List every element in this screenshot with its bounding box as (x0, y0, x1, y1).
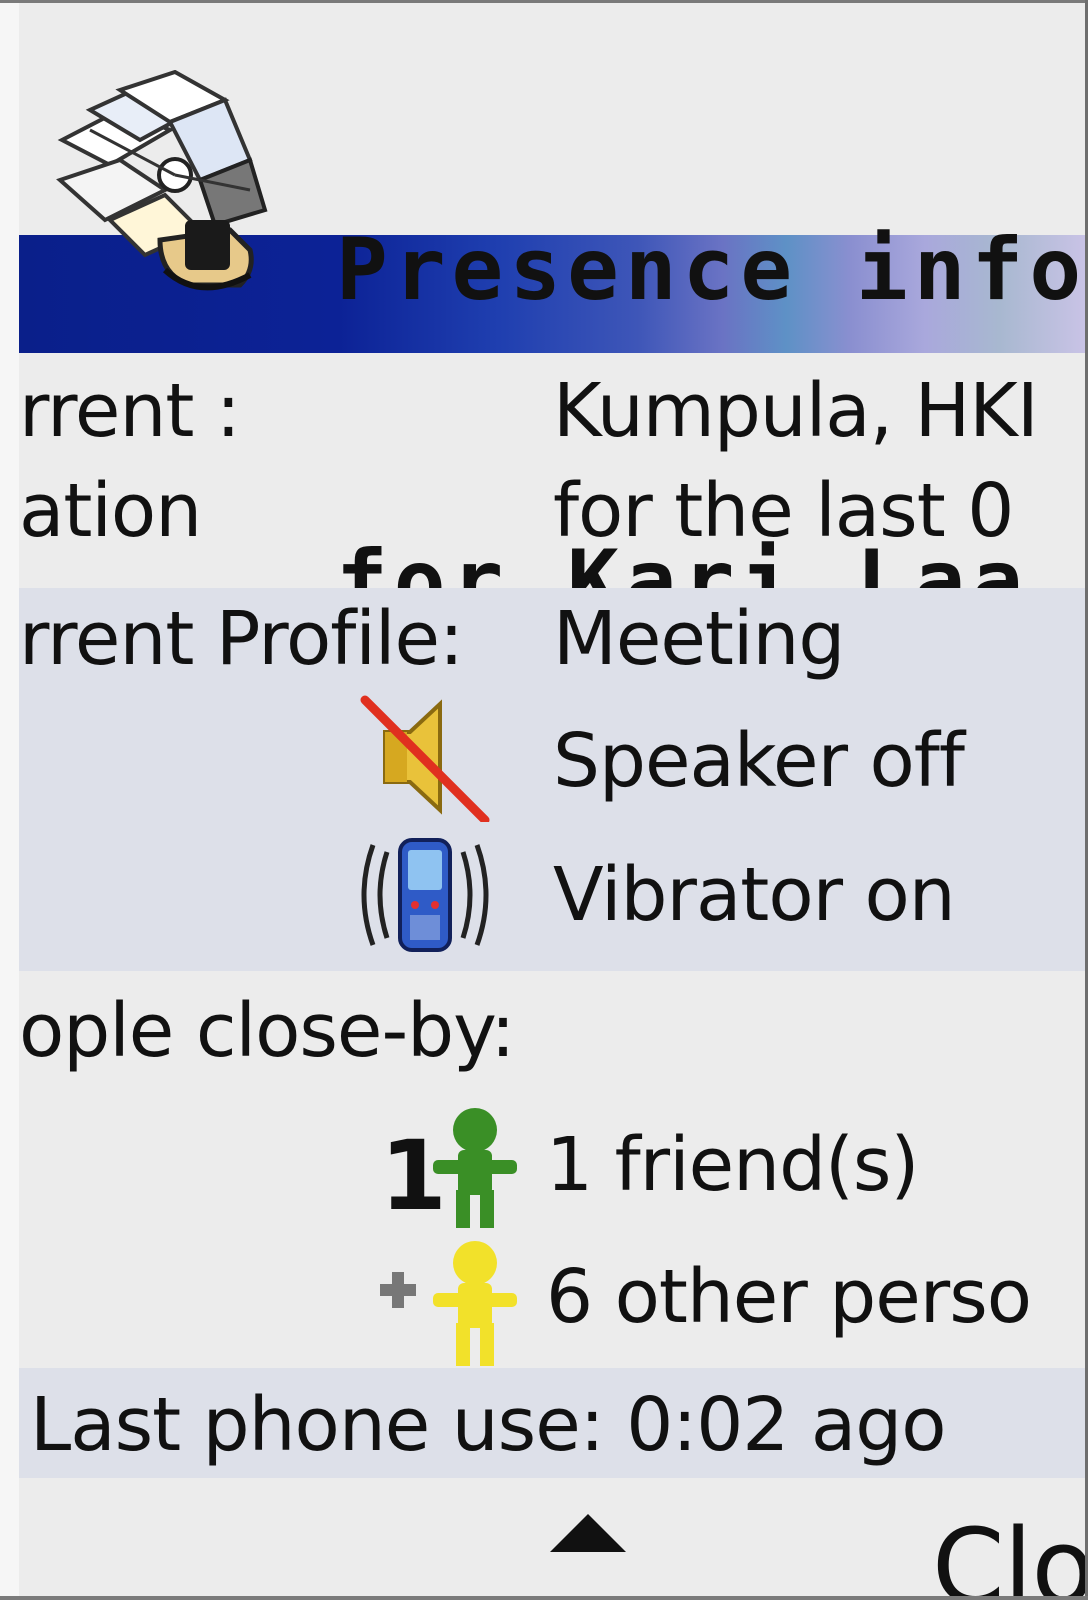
close-softkey[interactable]: Clo (932, 1506, 1088, 1600)
location-label-line-1: rrent : (19, 368, 241, 454)
up-arrow-icon[interactable] (548, 1512, 628, 1554)
other-person-icon (433, 1241, 517, 1366)
phone-screen: Presence info for Kari Laa… rrent : atio… (0, 0, 1088, 1600)
others-count: 6 other perso (546, 1254, 1032, 1340)
last-phone-use: Last phone use: 0:02 ago (30, 1382, 946, 1468)
left-margin (0, 0, 19, 1600)
speaker-muted-icon (360, 695, 490, 822)
location-label-line-2: ation (19, 468, 202, 554)
vibrator-status: Vibrator on (553, 852, 956, 938)
bottom-border (0, 1596, 1088, 1600)
plus-icon (380, 1272, 416, 1308)
profile-name: Meeting (553, 596, 845, 682)
top-border (0, 0, 1088, 3)
people-label: ople close-by: (19, 988, 515, 1074)
profile-label: rrent Profile: (19, 596, 464, 682)
page-title-line-1: Presence info (336, 220, 1088, 320)
phone-vibrate-icon (361, 838, 489, 952)
speaker-status: Speaker off (553, 718, 965, 804)
friends-count: 1 friend(s) (546, 1122, 919, 1208)
presence-logo-icon (56, 70, 268, 291)
location-value: Kumpula, HKI (553, 368, 1039, 454)
friend-person-icon (433, 1108, 517, 1228)
location-duration: for the last 0 (553, 468, 1014, 554)
